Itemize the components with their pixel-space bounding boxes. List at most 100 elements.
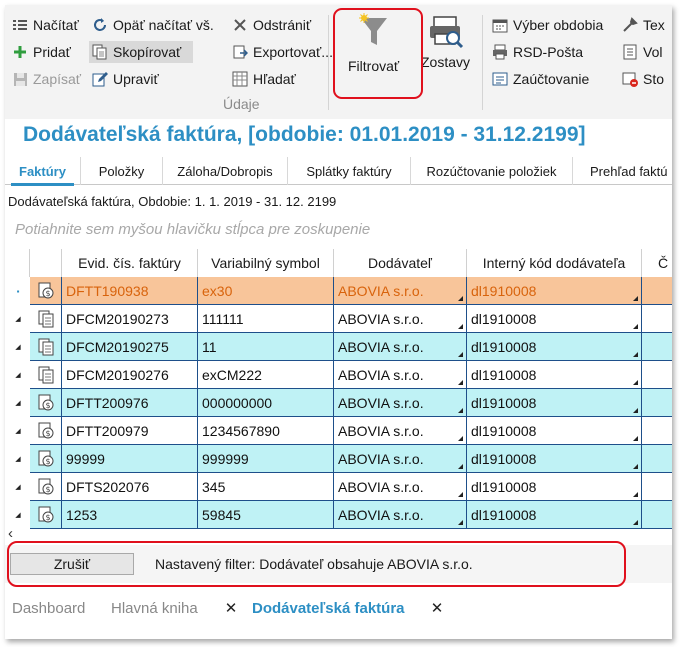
scroll-left-arrow-icon[interactable]: ‹ [8,525,13,542]
cell-dodavatel[interactable]: ABOVIA s.r.o. [334,417,467,445]
cell-next-column[interactable] [642,361,672,389]
column-header-variabilny-symbol[interactable]: Variabilný symbol [198,249,334,277]
cell-evid[interactable]: DFTT200976 [62,389,198,417]
cell-variabilny-symbol[interactable]: 000000000 [198,389,334,417]
tex-button[interactable]: Tex [619,14,665,36]
cell-evid[interactable]: 99999 [62,445,198,473]
hladat-button[interactable]: Hľadať [229,68,296,90]
cell-interny-kod[interactable]: dl1910008 [467,305,642,333]
cell-next-column[interactable] [642,417,672,445]
cell-evid[interactable]: 1253 [62,501,198,529]
cell-dodavatel[interactable]: ABOVIA s.r.o. [334,389,467,417]
cell-variabilny-symbol[interactable]: exCM222 [198,361,334,389]
cell-evid[interactable]: DFTT190938 [62,277,198,305]
skopirovat-button[interactable]: Skopírovať [89,41,193,63]
table-row[interactable]: ◢ DFCM20190275 11 ABOVIA s.r.o. dl1910008 [5,333,672,361]
zauctovanie-button[interactable]: Zaúčtovanie [489,68,589,90]
cell-dodavatel[interactable]: ABOVIA s.r.o. [334,305,467,333]
row-selector-icon[interactable]: ◢ [8,305,28,333]
cell-interny-kod[interactable]: dl1910008 [467,277,642,305]
dollar-doc-icon: $ [30,389,62,417]
row-selector-icon[interactable]: ▪ [8,277,28,305]
group-by-drop-area[interactable]: Potiahnite sem myšou hlavičku stĺpca pre… [15,221,370,238]
close-tab-dodavatelska-faktura-icon[interactable]: ✕ [429,598,445,618]
upravit-button[interactable]: Upraviť [89,68,159,90]
table-row[interactable]: ◢ $ DFTT200979 1234567890 ABOVIA s.r.o. dl191… [5,417,672,445]
cell-dodavatel[interactable]: ABOVIA s.r.o. [334,333,467,361]
cell-variabilny-symbol[interactable]: 59845 [198,501,334,529]
column-header-next[interactable]: Č [642,249,672,277]
cell-variabilny-symbol[interactable]: ex30 [198,277,334,305]
table-row[interactable]: ◢ DFCM20190273 111111 ABOVIA s.r.o. dl191000… [5,305,672,333]
column-header-dodavatel[interactable]: Dodávateľ [334,249,467,277]
cell-variabilny-symbol[interactable]: 345 [198,473,334,501]
cell-interny-kod[interactable]: dl1910008 [467,445,642,473]
tab-splatky-faktury[interactable]: Splátky faktúry [288,157,411,185]
cell-evid[interactable]: DFTT200979 [62,417,198,445]
column-header-evid[interactable]: Evid. čís. faktúry [62,249,198,277]
form-icon [621,43,639,61]
zostavy-button[interactable]: Zostavy [421,13,470,70]
table-row[interactable]: ◢ $1253 59845 ABOVIA s.r.o. dl1910008 [5,501,672,529]
cell-dodavatel[interactable]: ABOVIA s.r.o. [334,277,467,305]
tab-zaloha-dobropis[interactable]: Záloha/Dobropis [163,157,288,185]
pridat-button[interactable]: Pridať [9,41,71,63]
cell-next-column[interactable] [642,333,672,361]
cell-variabilny-symbol-text: 000000000 [202,394,273,411]
cell-evid[interactable]: DFCM20190276 [62,361,198,389]
table-row[interactable]: ◢ DFCM20190276 exCM222 ABOVIA s.r.o. dl19100… [5,361,672,389]
cell-variabilny-symbol[interactable]: 1234567890 [198,417,334,445]
cell-next-column[interactable] [642,473,672,501]
cell-next-column[interactable] [642,389,672,417]
cell-interny-kod[interactable]: dl1910008 [467,333,642,361]
export-icon [231,43,249,61]
tab-prehlad-faktur[interactable]: Prehľad faktú [573,157,672,185]
sto-button[interactable]: Sto [619,68,664,90]
cell-evid[interactable]: DFCM20190273 [62,305,198,333]
nacitat-button[interactable]: Načítať [9,14,79,36]
cell-interny-kod[interactable]: dl1910008 [467,501,642,529]
row-selector-icon[interactable]: ◢ [8,361,28,389]
table-row[interactable]: ◢ $99999 999999 ABOVIA s.r.o. dl1910008 [5,445,672,473]
cell-next-column[interactable] [642,501,672,529]
cell-next-column[interactable] [642,445,672,473]
table-row[interactable]: ▪ $ DFTT190938 ex30 ABOVIA s.r.o. dl1910008 [5,277,672,305]
cell-dodavatel[interactable]: ABOVIA s.r.o. [334,445,467,473]
tab-faktury[interactable]: Faktúry [5,157,81,186]
cell-variabilny-symbol[interactable]: 999999 [198,445,334,473]
column-header-interny-kod[interactable]: Interný kód dodávateľa [467,249,642,277]
vyber-obdobia-button[interactable]: Výber obdobia [489,14,603,36]
cell-interny-kod[interactable]: dl1910008 [467,417,642,445]
doc-tab-dashboard[interactable]: Dashboard [12,594,85,622]
cell-dodavatel[interactable]: ABOVIA s.r.o. [334,473,467,501]
row-selector-icon[interactable]: ◢ [8,333,28,361]
vol-button[interactable]: Vol [619,41,662,63]
cell-evid[interactable]: DFCM20190275 [62,333,198,361]
cell-interny-kod[interactable]: dl1910008 [467,389,642,417]
doc-tab-dodavatelska-faktura[interactable]: Dodávateľská faktúra [252,594,405,622]
row-selector-icon[interactable]: ◢ [8,473,28,501]
cell-variabilny-symbol[interactable]: 111111 [198,305,334,333]
cell-dodavatel[interactable]: ABOVIA s.r.o. [334,501,467,529]
cell-variabilny-symbol[interactable]: 11 [198,333,334,361]
table-row[interactable]: ◢ $ DFTT200976 000000000 ABOVIA s.r.o. dl1910… [5,389,672,417]
close-tab-hlavna-kniha-icon[interactable]: ✕ [223,598,239,618]
opat-nacitat-button[interactable]: Opäť načítať vš. [89,14,214,36]
cell-interny-kod[interactable]: dl1910008 [467,473,642,501]
row-selector-icon[interactable]: ◢ [8,389,28,417]
rsd-posta-button[interactable]: RSD-Pošta [489,41,583,63]
exportovat-button[interactable]: Exportovať... [229,41,333,63]
tab-polozky[interactable]: Položky [81,157,163,185]
cell-dodavatel[interactable]: ABOVIA s.r.o. [334,361,467,389]
odstranit-button[interactable]: Odstrániť [229,14,311,36]
table-row[interactable]: ◢ $ DFTS202076 345 ABOVIA s.r.o. dl1910008 [5,473,672,501]
tab-rozuctovanie-poloziek[interactable]: Rozúčtovanie položiek [411,157,573,185]
cell-next-column[interactable] [642,305,672,333]
cell-next-column[interactable] [642,277,672,305]
doc-tab-hlavna-kniha[interactable]: Hlavná kniha [111,594,198,622]
row-selector-icon[interactable]: ◢ [8,445,28,473]
cell-interny-kod[interactable]: dl1910008 [467,361,642,389]
row-selector-icon[interactable]: ◢ [8,417,28,445]
cell-evid[interactable]: DFTS202076 [62,473,198,501]
zapisat-button[interactable]: Zapísať [9,68,81,90]
